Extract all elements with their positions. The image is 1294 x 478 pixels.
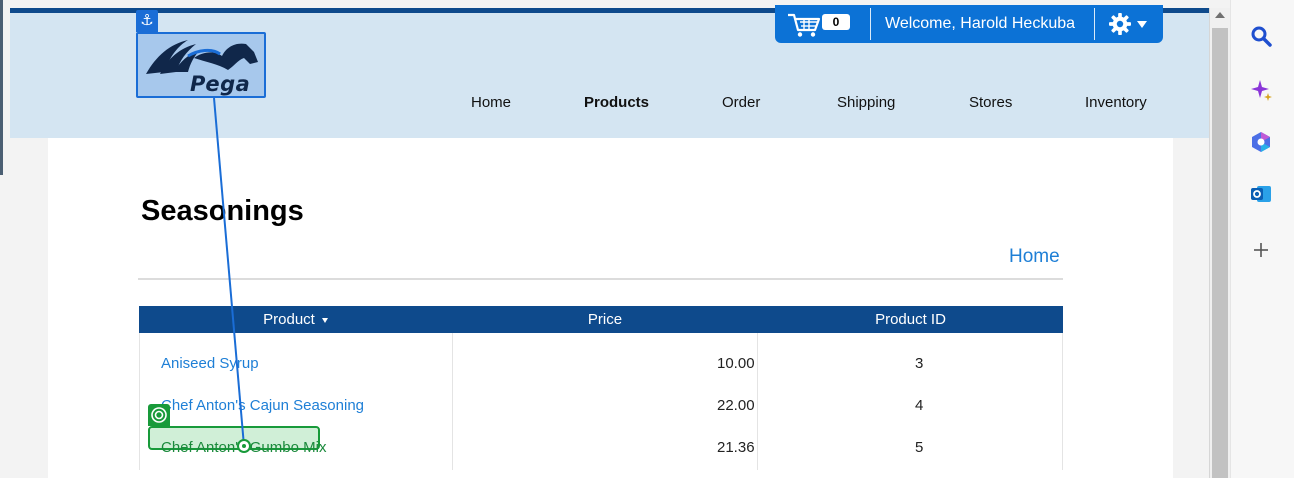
scrollbar-thumb[interactable] (1212, 28, 1228, 478)
logo-text: Pega (190, 72, 251, 96)
nav-products[interactable]: Products (584, 94, 649, 111)
product-id-cell: 4 (915, 397, 924, 414)
nav-stores[interactable]: Stores (969, 94, 1012, 111)
page-title: Seasonings (141, 195, 304, 227)
price-cell: 21.36 (717, 439, 755, 456)
separator (1094, 8, 1095, 40)
sort-desc-icon (321, 317, 328, 323)
product-link[interactable]: Chef Anton's Cajun Seasoning (161, 397, 364, 414)
screen: ⚓ Pega 0 Welcome, Harold Heckuba Home Pr… (0, 0, 1294, 478)
column-header-product[interactable]: Product (139, 311, 452, 328)
home-link[interactable]: Home (1009, 246, 1060, 268)
separator (870, 8, 871, 40)
product-id-cell: 3 (915, 355, 924, 372)
cart-count-badge: 0 (822, 14, 850, 30)
price-cell: 22.00 (717, 397, 755, 414)
welcome-text[interactable]: Welcome, Harold Heckuba (885, 15, 1075, 33)
nav-inventory[interactable]: Inventory (1085, 94, 1147, 111)
gear-icon[interactable] (1109, 13, 1131, 35)
copilot-sparkle-icon[interactable] (1249, 78, 1273, 102)
pegasus-icon (146, 40, 258, 74)
shopping-cart-icon[interactable] (787, 12, 823, 38)
column-header-product-id[interactable]: Product ID (758, 311, 1063, 328)
plus-icon[interactable] (1249, 238, 1273, 262)
column-header-price[interactable]: Price (452, 311, 758, 328)
product-link[interactable]: Aniseed Syrup (161, 355, 259, 372)
target-icon (148, 404, 170, 426)
vertical-scrollbar[interactable] (1209, 8, 1230, 478)
table-header: Product Price Product ID (139, 306, 1063, 333)
nav-order[interactable]: Order (722, 94, 760, 111)
chevron-down-icon[interactable] (1137, 21, 1147, 28)
column-divider (757, 333, 758, 470)
window-left-edge (0, 0, 10, 478)
pega-logo[interactable]: Pega (136, 32, 266, 98)
scroll-up-icon[interactable] (1215, 12, 1225, 18)
product-link[interactable]: Chef Anton's Gumbo Mix (161, 439, 326, 456)
search-icon[interactable] (1249, 24, 1273, 48)
nav-home[interactable]: Home (471, 94, 511, 111)
outlook-icon[interactable] (1249, 182, 1273, 206)
column-divider (452, 333, 453, 470)
account-bar: 0 Welcome, Harold Heckuba (775, 5, 1163, 43)
office-icon[interactable] (1249, 130, 1273, 154)
browser-sidebar (1230, 0, 1294, 478)
anchor-icon: ⚓ (136, 10, 158, 32)
product-id-cell: 5 (915, 439, 924, 456)
divider (138, 278, 1063, 280)
nav-shipping[interactable]: Shipping (837, 94, 895, 111)
price-cell: 10.00 (717, 355, 755, 372)
